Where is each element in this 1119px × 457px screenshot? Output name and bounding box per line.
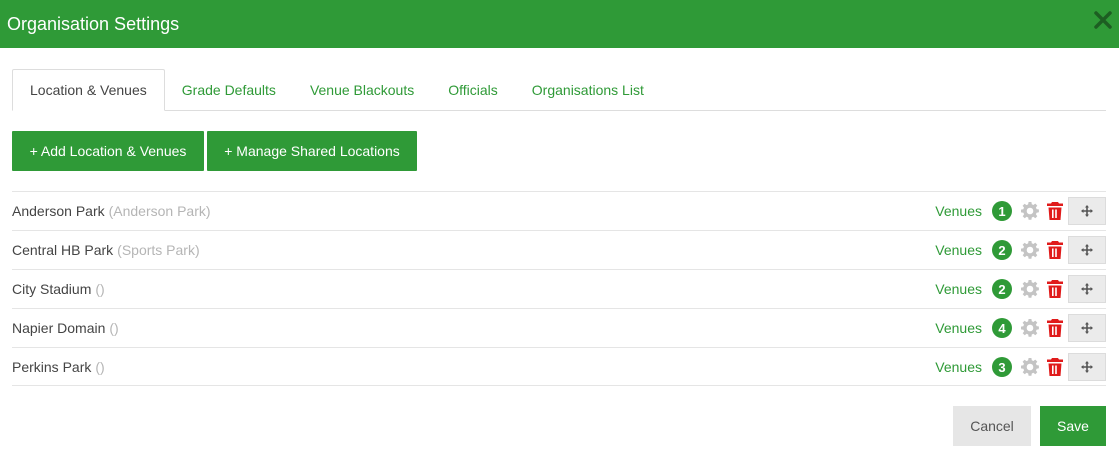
cancel-button[interactable]: Cancel — [953, 406, 1031, 446]
row-actions: Venues 2 — [935, 231, 1106, 269]
list-item: City Stadium () Venues 2 — [12, 269, 1106, 308]
list-item: Perkins Park () Venues 3 — [12, 347, 1106, 386]
gear-icon[interactable] — [1020, 318, 1040, 338]
move-icon — [1081, 205, 1093, 217]
venues-link[interactable]: Venues — [935, 320, 982, 336]
venue-count-badge: 2 — [992, 279, 1012, 299]
location-subtitle: () — [95, 358, 105, 375]
settings-tabs: Location & Venues Grade Defaults Venue B… — [12, 69, 1106, 111]
venues-link[interactable]: Venues — [935, 242, 982, 258]
manage-shared-locations-button[interactable]: + Manage Shared Locations — [207, 131, 417, 171]
row-actions: Venues 2 — [935, 270, 1106, 308]
list-item: Central HB Park (Sports Park) Venues 2 — [12, 230, 1106, 269]
venue-count-badge: 4 — [992, 318, 1012, 338]
gear-icon[interactable] — [1020, 240, 1040, 260]
save-button[interactable]: Save — [1040, 406, 1106, 446]
list-item: Anderson Park (Anderson Park) Venues 1 — [12, 191, 1106, 230]
close-icon[interactable] — [1093, 10, 1113, 30]
location-subtitle: () — [95, 281, 105, 297]
location-subtitle: (Anderson Park) — [108, 203, 211, 219]
location-subtitle: () — [109, 320, 119, 336]
gear-icon[interactable] — [1020, 279, 1040, 299]
gear-icon[interactable] — [1020, 357, 1040, 377]
dialog-header: Organisation Settings — [0, 0, 1119, 48]
move-icon — [1081, 322, 1093, 334]
move-handle[interactable] — [1068, 353, 1106, 381]
action-bar: + Add Location & Venues + Manage Shared … — [12, 131, 417, 171]
tab-officials[interactable]: Officials — [431, 69, 515, 111]
list-item: Napier Domain () Venues 4 — [12, 308, 1106, 347]
tab-venue-blackouts[interactable]: Venue Blackouts — [293, 69, 431, 111]
location-subtitle: (Sports Park) — [117, 242, 200, 258]
location-name: Anderson Park — [12, 203, 105, 219]
move-icon — [1081, 361, 1093, 373]
row-actions: Venues 1 — [935, 192, 1106, 230]
venues-link[interactable]: Venues — [935, 203, 982, 219]
venue-count-badge: 1 — [992, 201, 1012, 221]
location-list: Anderson Park (Anderson Park) Venues 1 C… — [12, 191, 1106, 386]
row-actions: Venues 4 — [935, 309, 1106, 347]
move-handle[interactable] — [1068, 314, 1106, 342]
tab-location-venues[interactable]: Location & Venues — [12, 69, 165, 111]
location-name: Central HB Park — [12, 242, 114, 258]
dialog-footer: Cancel Save — [953, 406, 1106, 446]
venue-count-badge: 3 — [992, 357, 1012, 377]
venues-link[interactable]: Venues — [935, 281, 982, 297]
trash-icon[interactable] — [1046, 201, 1064, 221]
add-location-button[interactable]: + Add Location & Venues — [12, 131, 204, 171]
move-handle[interactable] — [1068, 197, 1106, 225]
move-icon — [1081, 283, 1093, 295]
tab-grade-defaults[interactable]: Grade Defaults — [165, 69, 293, 111]
tab-organisations-list[interactable]: Organisations List — [515, 69, 661, 111]
venue-count-badge: 2 — [992, 240, 1012, 260]
row-actions: Venues 3 — [935, 348, 1106, 386]
location-name: City Stadium — [12, 281, 92, 297]
dialog-title: Organisation Settings — [7, 13, 180, 34]
location-name: Perkins Park — [12, 358, 92, 375]
venues-link[interactable]: Venues — [935, 359, 982, 375]
trash-icon[interactable] — [1046, 357, 1064, 377]
trash-icon[interactable] — [1046, 279, 1064, 299]
move-icon — [1081, 244, 1093, 256]
trash-icon[interactable] — [1046, 318, 1064, 338]
gear-icon[interactable] — [1020, 201, 1040, 221]
trash-icon[interactable] — [1046, 240, 1064, 260]
move-handle[interactable] — [1068, 236, 1106, 264]
move-handle[interactable] — [1068, 275, 1106, 303]
location-name: Napier Domain — [12, 320, 106, 336]
